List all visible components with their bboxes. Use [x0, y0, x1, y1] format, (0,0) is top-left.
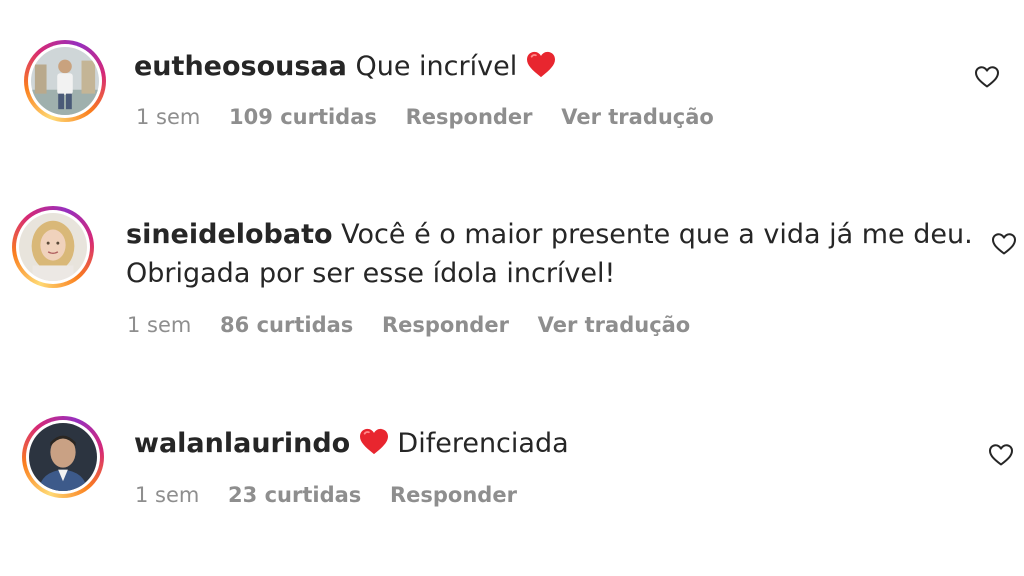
avatar[interactable]	[22, 416, 104, 498]
see-translation-button[interactable]: Ver tradução	[538, 313, 691, 337]
comment-username[interactable]: sineidelobato	[126, 219, 333, 250]
red-heart-emoji-icon	[526, 51, 555, 78]
comment-time: 1 sem	[127, 313, 192, 337]
comment-likes-count[interactable]: 23 curtidas	[228, 483, 361, 507]
avatar[interactable]	[24, 40, 106, 122]
comment-text-continued: Obrigada por ser esse ídola incrível!	[126, 258, 616, 289]
reply-button[interactable]: Responder	[390, 483, 517, 507]
avatar-photo	[19, 213, 87, 281]
avatar[interactable]	[12, 206, 94, 288]
avatar-photo	[29, 423, 97, 491]
reply-button[interactable]: Responder	[382, 313, 509, 337]
comment-text: Que incrível	[355, 51, 518, 82]
like-heart-icon[interactable]	[991, 232, 1017, 256]
like-heart-icon[interactable]	[988, 443, 1014, 467]
reply-button[interactable]: Responder	[406, 105, 533, 129]
comment-time: 1 sem	[135, 483, 200, 507]
comment-likes-count[interactable]: 86 curtidas	[220, 313, 353, 337]
avatar-photo	[31, 47, 99, 115]
comment-text: Diferenciada	[397, 428, 569, 459]
comment-likes-count[interactable]: 109 curtidas	[229, 105, 377, 129]
comment-username[interactable]: walanlaurindo	[134, 428, 350, 459]
comment-username[interactable]: eutheosousaa	[134, 51, 347, 82]
red-heart-emoji-icon	[359, 428, 388, 455]
comment-time: 1 sem	[136, 105, 201, 129]
like-heart-icon[interactable]	[974, 65, 1000, 89]
comment-text: Você é o maior presente que a vida já me…	[341, 219, 973, 250]
see-translation-button[interactable]: Ver tradução	[561, 105, 714, 129]
